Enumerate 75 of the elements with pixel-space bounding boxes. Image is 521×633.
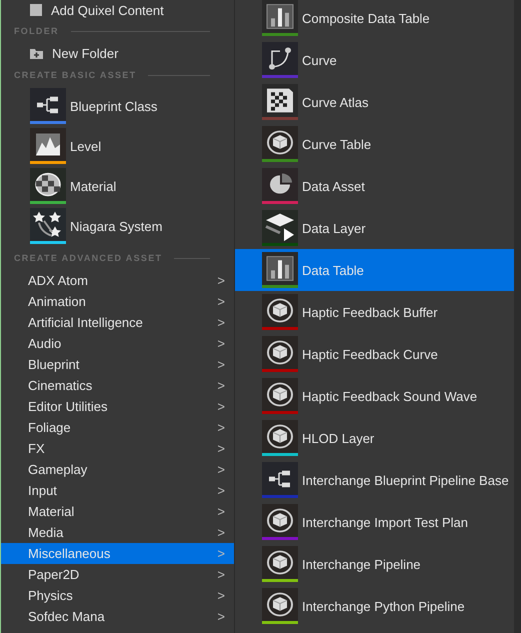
node-graph-icon bbox=[30, 88, 66, 121]
menu-item[interactable]: Composite Data Table bbox=[235, 0, 514, 39]
chevron-icon: > bbox=[217, 420, 225, 435]
menu-item[interactable]: Haptic Feedback Buffer bbox=[235, 291, 514, 333]
menu-item[interactable]: Curve Table bbox=[235, 123, 514, 165]
chevron-icon: > bbox=[217, 462, 225, 477]
menu-item[interactable]: Data Table bbox=[235, 249, 514, 291]
menu-item[interactable]: Curve Atlas bbox=[235, 81, 514, 123]
chevron-icon: > bbox=[217, 567, 225, 582]
menu-item[interactable]: Add Quixel Content bbox=[1, 0, 234, 20]
menu-item[interactable]: New Folder bbox=[1, 42, 234, 64]
menu-item[interactable]: Data Layer bbox=[235, 207, 514, 249]
menu-item[interactable]: Niagara System bbox=[1, 206, 234, 246]
chevron-icon: > bbox=[217, 609, 225, 624]
layers-icon bbox=[262, 210, 298, 243]
menu-item[interactable]: Cinematics > bbox=[1, 375, 234, 396]
menu-item[interactable]: Paper2D > bbox=[1, 564, 234, 585]
menu-item[interactable]: Interchange Python Pipeline bbox=[235, 585, 514, 627]
menu-item[interactable]: Data Asset bbox=[235, 165, 514, 207]
bar-chart-icon bbox=[262, 252, 298, 285]
cube-icon bbox=[262, 588, 298, 621]
menu-item[interactable]: Haptic Feedback Curve bbox=[235, 333, 514, 375]
cube-icon bbox=[262, 546, 298, 579]
chevron-icon: > bbox=[217, 441, 225, 456]
chevron-icon: > bbox=[217, 588, 225, 603]
chevron-icon: > bbox=[217, 315, 225, 330]
curve-icon bbox=[262, 42, 298, 75]
menu-item[interactable]: Material bbox=[1, 166, 234, 206]
menu-item[interactable]: Interchange Pipeline bbox=[235, 543, 514, 585]
cube-icon bbox=[262, 336, 298, 369]
folder-icon bbox=[30, 48, 43, 58]
menu-item[interactable]: Audio > bbox=[1, 333, 234, 354]
chevron-icon: > bbox=[217, 357, 225, 372]
checkerboard-icon bbox=[262, 84, 298, 117]
menu-item[interactable]: Sofdec Mana > bbox=[1, 606, 234, 627]
menu-item[interactable]: Artificial Intelligence > bbox=[1, 312, 234, 333]
stars-icon bbox=[30, 208, 66, 241]
menu-item[interactable]: Level bbox=[1, 126, 234, 166]
box-icon bbox=[30, 4, 42, 16]
chevron-icon: > bbox=[217, 504, 225, 519]
chevron-icon: > bbox=[217, 525, 225, 540]
cube-icon bbox=[262, 504, 298, 537]
chevron-icon: > bbox=[217, 483, 225, 498]
chevron-icon: > bbox=[217, 273, 225, 288]
pie-chart-icon bbox=[262, 168, 298, 201]
menu-item[interactable]: Physics > bbox=[1, 585, 234, 606]
menu-item[interactable]: Curve bbox=[235, 39, 514, 81]
cube-icon bbox=[262, 126, 298, 159]
menu-item[interactable]: Input > bbox=[1, 480, 234, 501]
menu-item[interactable]: HLOD Layer bbox=[235, 417, 514, 459]
menu-item[interactable]: Miscellaneous > bbox=[1, 543, 234, 564]
mountain-icon bbox=[30, 128, 66, 161]
chevron-icon: > bbox=[217, 336, 225, 351]
menu-item[interactable]: Blueprint Class bbox=[1, 86, 234, 126]
menu-item[interactable]: Interchange Blueprint Pipeline Base bbox=[235, 459, 514, 501]
menu-item[interactable]: Media > bbox=[1, 522, 234, 543]
menu-item[interactable]: Animation > bbox=[1, 291, 234, 312]
node-graph-icon bbox=[262, 462, 298, 495]
menu-item[interactable]: Editor Utilities > bbox=[1, 396, 234, 417]
menu-item[interactable]: Haptic Feedback Sound Wave bbox=[235, 375, 514, 417]
cube-icon bbox=[262, 294, 298, 327]
chevron-icon: > bbox=[217, 294, 225, 309]
menu-item[interactable]: Interchange Import Test Plan bbox=[235, 501, 514, 543]
menu-item[interactable]: ADX Atom > bbox=[1, 270, 234, 291]
cube-icon bbox=[262, 378, 298, 411]
scrollbar[interactable] bbox=[514, 0, 521, 633]
chevron-icon: > bbox=[217, 378, 225, 393]
menu-item[interactable]: FX > bbox=[1, 438, 234, 459]
menu-item[interactable]: Gameplay > bbox=[1, 459, 234, 480]
menu-item[interactable]: Blueprint > bbox=[1, 354, 234, 375]
cube-icon bbox=[262, 420, 298, 453]
menu-item[interactable]: Material > bbox=[1, 501, 234, 522]
chevron-icon: > bbox=[217, 546, 225, 561]
menu-item[interactable]: Foliage > bbox=[1, 417, 234, 438]
chevron-icon: > bbox=[217, 399, 225, 414]
